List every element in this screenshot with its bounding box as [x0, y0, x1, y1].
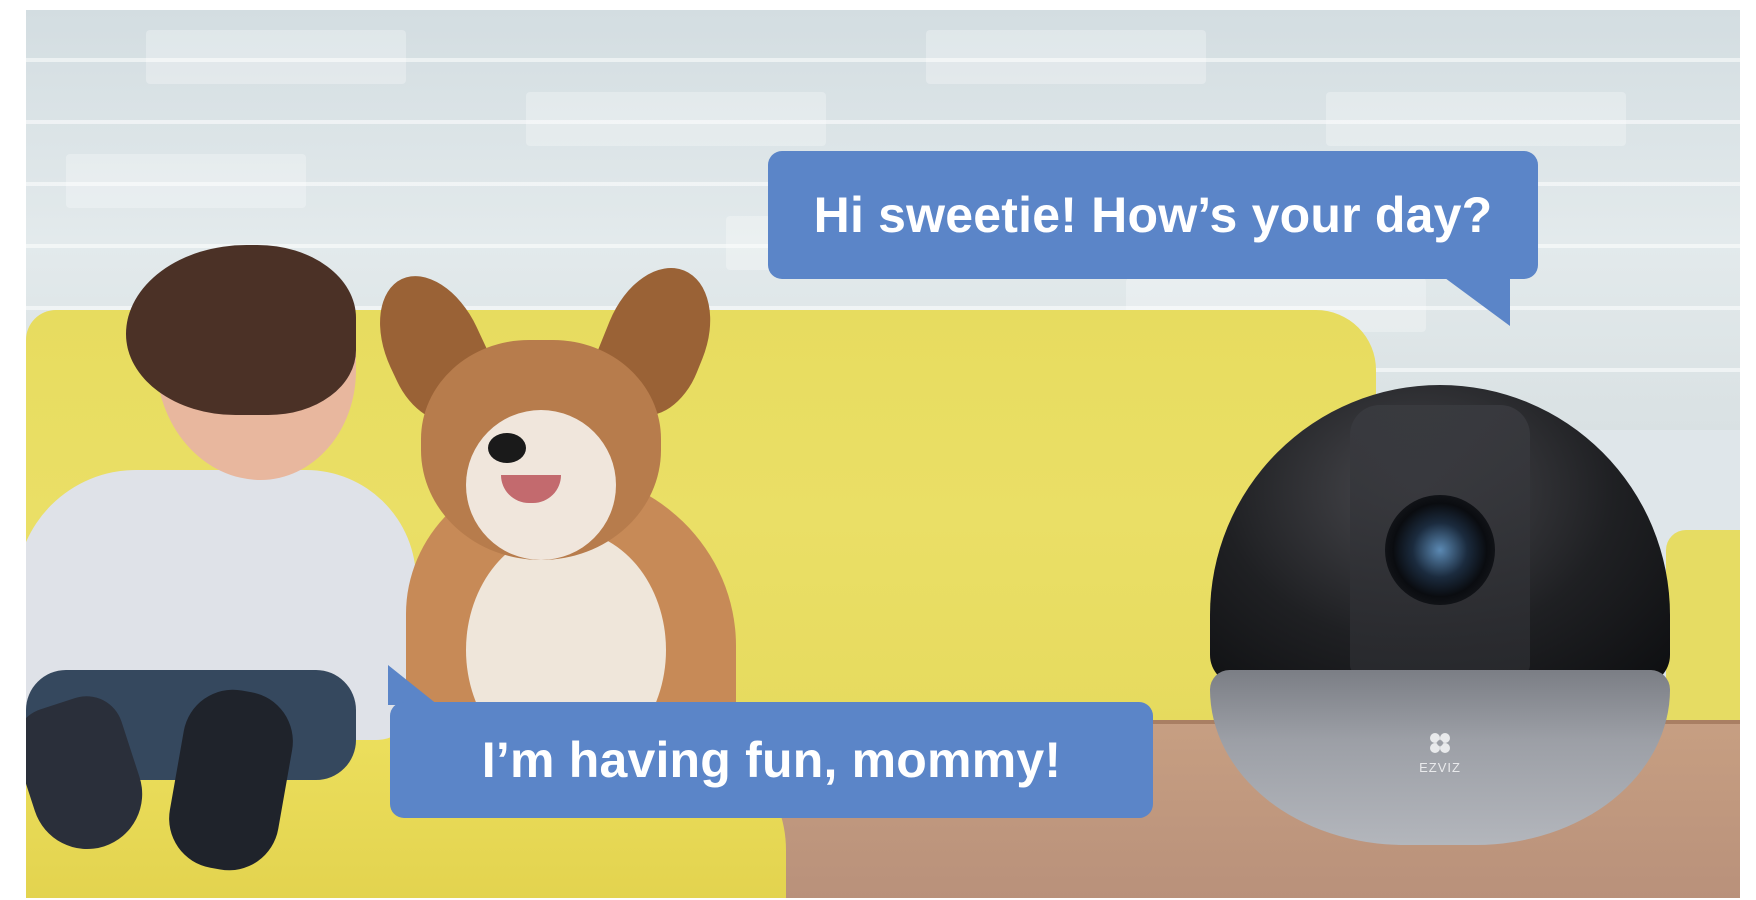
camera-lens-icon — [1385, 495, 1495, 605]
brand-label: EZVIZ — [1390, 730, 1490, 775]
child-speech-text: I’m having fun, mommy! — [481, 732, 1062, 788]
child-hair — [126, 245, 356, 415]
security-camera: EZVIZ — [1210, 385, 1670, 845]
brand-name: EZVIZ — [1419, 760, 1461, 775]
camera-speech-text: Hi sweetie! How’s your day? — [813, 187, 1493, 243]
child-speech-bubble: I’m having fun, mommy! — [390, 702, 1153, 818]
sofa-arm — [1666, 530, 1740, 730]
bubble-tail — [388, 665, 438, 705]
bubble-tail — [1445, 278, 1510, 326]
dog-nose — [488, 433, 526, 463]
camera-speech-bubble: Hi sweetie! How’s your day? — [768, 151, 1538, 279]
camera-base: EZVIZ — [1210, 670, 1670, 845]
fan-logo-icon — [1430, 733, 1450, 753]
